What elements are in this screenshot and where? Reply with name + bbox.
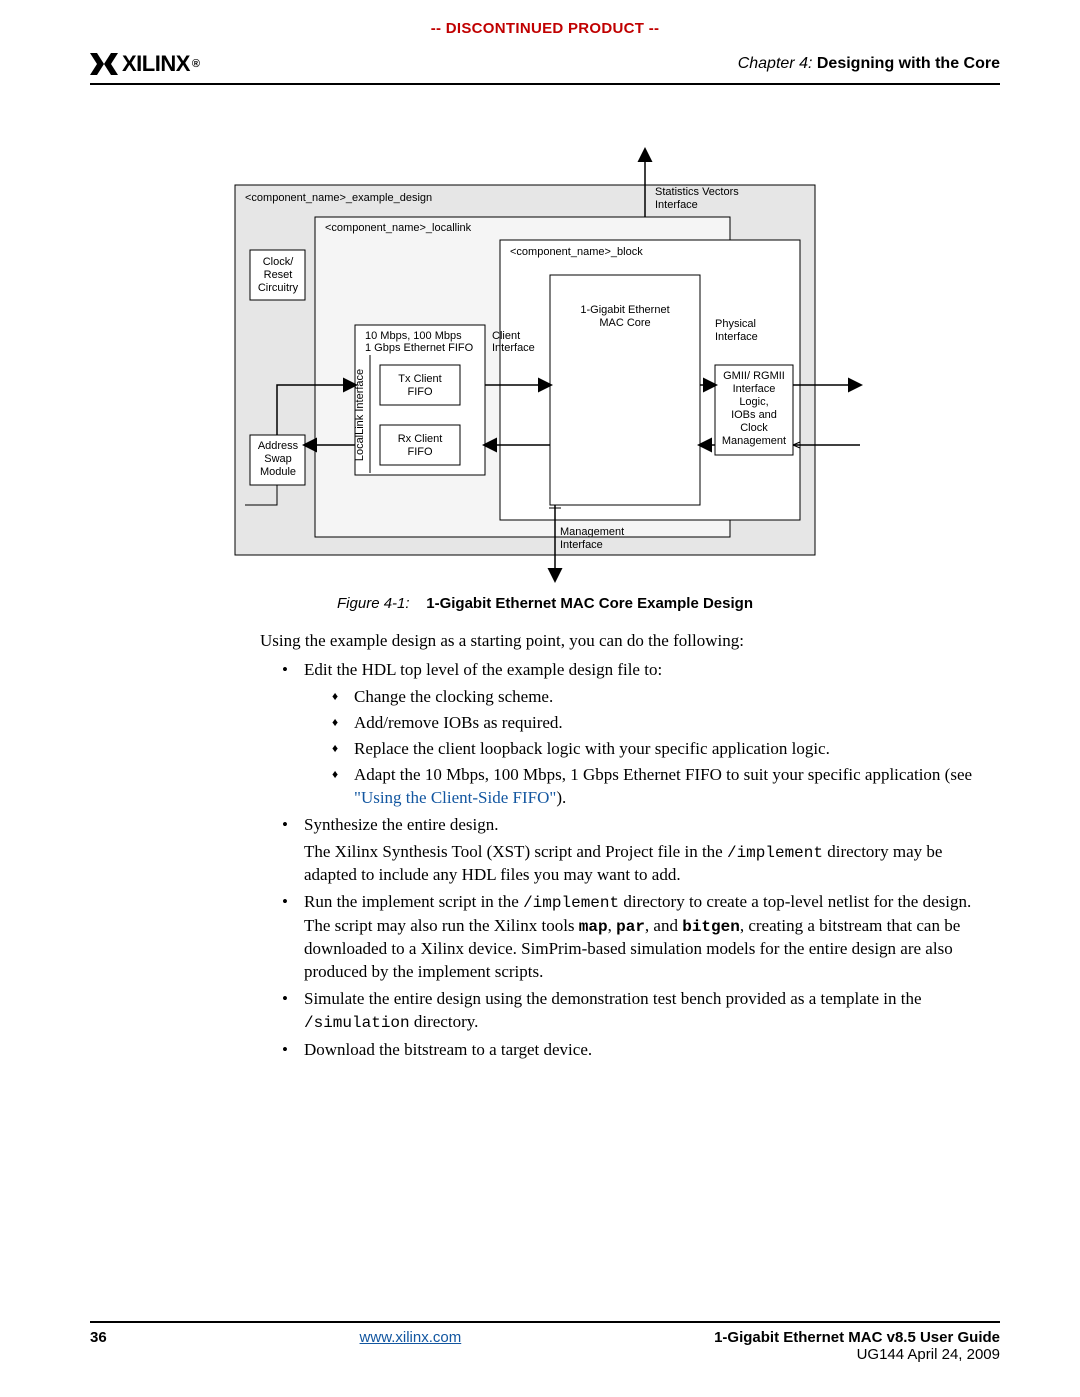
xilinx-logo-text: XILINX <box>122 51 190 77</box>
code-map: map <box>579 918 608 936</box>
chapter-title: Designing with the Core <box>817 55 1000 72</box>
label-address: Address <box>258 440 299 452</box>
label-stats-vectors: Statistics Vectors <box>655 186 739 198</box>
figure-title: 1-Gigabit Ethernet MAC Core Example Desi… <box>426 595 753 612</box>
footer-right: 1-Gigabit Ethernet MAC v8.5 User Guide U… <box>714 1329 1000 1363</box>
list-item-text: The Xilinx Synthesis Tool (XST) script a… <box>304 842 727 861</box>
figure-4-1: <component_name>_example_design Statisti… <box>225 145 865 612</box>
list-item-text: Add/remove IOBs as required. <box>354 713 563 732</box>
list-item-text: Synthesize the entire design. <box>304 815 499 834</box>
label-swap: Swap <box>264 453 292 465</box>
code-implement-dir: /implement <box>727 844 823 862</box>
doc-title: 1-Gigabit Ethernet MAC v8.5 User Guide <box>714 1329 1000 1346</box>
block-diagram: <component_name>_example_design Statisti… <box>225 145 865 585</box>
list-item: Synthesize the entire design. The Xilinx… <box>282 814 990 887</box>
label-stats-interface: Interface <box>655 199 698 211</box>
footer-url-link[interactable]: www.xilinx.com <box>360 1329 462 1346</box>
label-mgmt-interface: Interface <box>560 539 603 551</box>
code-implement-dir: /implement <box>523 894 619 912</box>
list-item-text: Adapt the 10 Mbps, 100 Mbps, 1 Gbps Ethe… <box>354 765 972 784</box>
sub-list: Change the clocking scheme. Add/remove I… <box>304 686 990 810</box>
doc-id: UG144 April 24, 2009 <box>714 1346 1000 1363</box>
chapter-label: Chapter 4: <box>738 55 813 72</box>
label-module: Module <box>260 466 296 478</box>
label-locallink: <component_name>_locallink <box>325 222 472 234</box>
xilinx-logo-icon <box>90 53 118 75</box>
label-example-design: <component_name>_example_design <box>245 192 432 204</box>
label-rx-client: Rx Client <box>398 433 443 445</box>
page: -- DISCONTINUED PRODUCT -- XILINX ® Chap… <box>0 0 1080 1397</box>
list-item-text: Simulate the entire design using the dem… <box>304 989 922 1008</box>
label-gmii-interface: Interface <box>733 383 776 395</box>
list-item: Run the implement script in the /impleme… <box>282 891 990 984</box>
list-item: Adapt the 10 Mbps, 100 Mbps, 1 Gbps Ethe… <box>332 764 990 810</box>
label-tx-fifo: FIFO <box>407 386 432 398</box>
label-gmii: GMII/ RGMII <box>723 370 785 382</box>
main-list: Edit the HDL top level of the example de… <box>260 659 990 1062</box>
label-block: <component_name>_block <box>510 246 643 258</box>
label-gmii-clock: Clock <box>740 422 768 434</box>
label-client-interface: Interface <box>492 342 535 354</box>
figure-label: Figure 4-1: <box>337 595 410 612</box>
chapter-heading: Chapter 4: Designing with the Core <box>738 55 1000 73</box>
label-fifo-name: 1 Gbps Ethernet FIFO <box>365 342 474 354</box>
list-item-text: directory. <box>410 1012 479 1031</box>
label-physical: Physical <box>715 318 756 330</box>
body-text: Using the example design as a starting p… <box>260 630 990 1062</box>
list-item-text: Change the clocking scheme. <box>354 687 553 706</box>
label-reset: Reset <box>264 269 293 281</box>
label-gmii-iobs: IOBs and <box>731 409 777 421</box>
list-item-text: Edit the HDL top level of the example de… <box>304 660 662 679</box>
label-gmii-mgmt: Management <box>722 435 786 447</box>
label-mac-core-l1: 1-Gigabit Ethernet <box>580 304 669 316</box>
code-bitgen: bitgen <box>682 918 740 936</box>
label-circuitry: Circuitry <box>258 282 299 294</box>
list-item-text: , <box>608 916 617 935</box>
registered-icon: ® <box>192 58 200 70</box>
label-physical-interface: Interface <box>715 331 758 343</box>
list-item: Simulate the entire design using the dem… <box>282 988 990 1035</box>
link-client-side-fifo[interactable]: "Using the Client-Side FIFO" <box>354 788 556 807</box>
label-fifo-speed: 10 Mbps, 100 Mbps <box>365 330 462 342</box>
discontinued-banner: -- DISCONTINUED PRODUCT -- <box>90 20 1000 37</box>
label-mac-core-l2: MAC Core <box>599 317 650 329</box>
list-item: Edit the HDL top level of the example de… <box>282 659 990 810</box>
list-item: Change the clocking scheme. <box>332 686 990 709</box>
label-gmii-logic: Logic, <box>739 396 768 408</box>
page-footer: 36 www.xilinx.com 1-Gigabit Ethernet MAC… <box>90 1321 1000 1363</box>
list-item-text: ). <box>556 788 566 807</box>
label-client: Client <box>492 330 520 342</box>
list-item: Replace the client loopback logic with y… <box>332 738 990 761</box>
code-par: par <box>616 918 645 936</box>
list-item-text: Download the bitstream to a target devic… <box>304 1040 592 1059</box>
label-rx-fifo: FIFO <box>407 446 432 458</box>
code-simulation-dir: /simulation <box>304 1014 410 1032</box>
list-item: Add/remove IOBs as required. <box>332 712 990 735</box>
label-tx-client: Tx Client <box>398 373 441 385</box>
page-number: 36 <box>90 1329 107 1346</box>
xilinx-logo: XILINX ® <box>90 51 200 77</box>
page-header: XILINX ® Chapter 4: Designing with the C… <box>90 51 1000 85</box>
list-item-text: Run the implement script in the <box>304 892 523 911</box>
list-item: Download the bitstream to a target devic… <box>282 1039 990 1062</box>
label-mgmt: Management <box>560 526 624 538</box>
label-clock: Clock/ <box>263 256 295 268</box>
label-locallink-interface: LocalLink Interface <box>354 369 366 461</box>
intro-paragraph: Using the example design as a starting p… <box>260 630 990 653</box>
figure-caption: Figure 4-1: 1-Gigabit Ethernet MAC Core … <box>225 595 865 612</box>
list-item-text: , and <box>645 916 682 935</box>
list-item-text: Replace the client loopback logic with y… <box>354 739 830 758</box>
